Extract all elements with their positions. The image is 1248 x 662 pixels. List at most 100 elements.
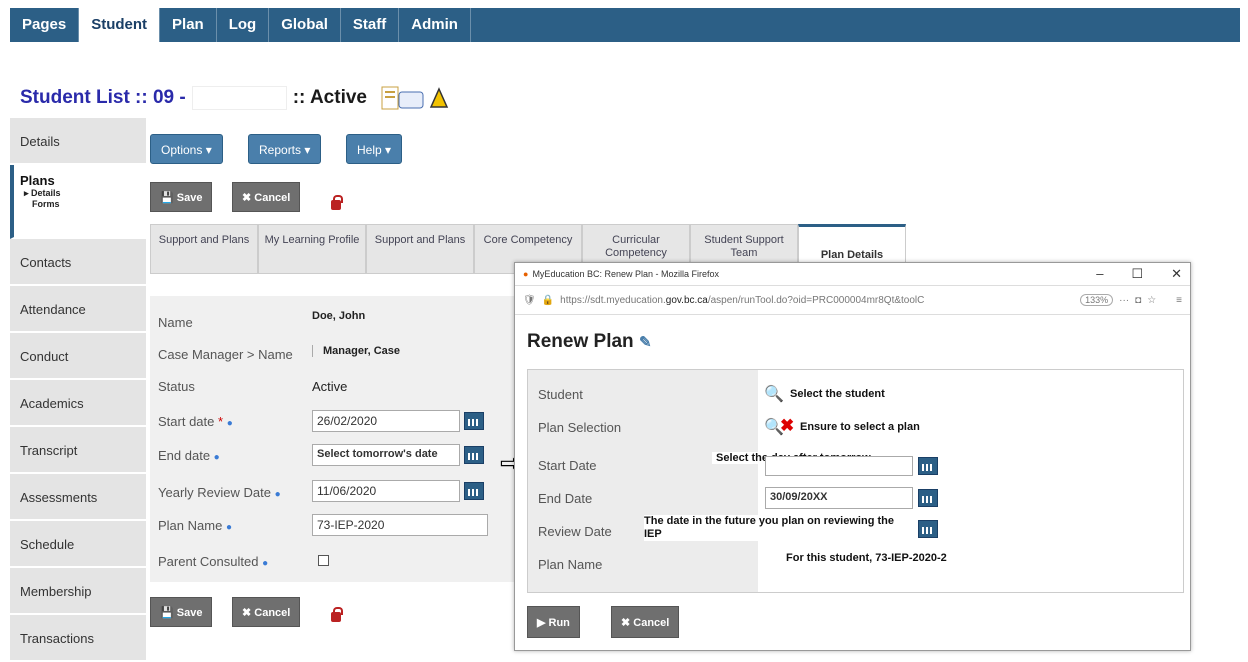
url-prefix: https://sdt.myeducation.: [560, 294, 666, 306]
url-domain: gov.bc.ca: [665, 294, 708, 306]
yearly-review-label-text: Yearly Review Date: [158, 485, 271, 500]
review-date-note: The date in the future you plan on revie…: [644, 515, 914, 541]
url-bar[interactable]: 🛡 🔒 https://sdt.myeducation.gov.bc.ca/asp…: [515, 285, 1190, 315]
options-button[interactable]: Options ▾: [150, 134, 223, 164]
help-button[interactable]: Help ▾: [346, 134, 403, 164]
more-icon[interactable]: ···: [1119, 295, 1129, 306]
student-note: Select the student: [790, 388, 885, 400]
cancel-button[interactable]: ✖ Cancel: [232, 182, 301, 212]
sidebar-item-conduct[interactable]: Conduct: [10, 333, 146, 380]
cancel-label: Cancel: [254, 607, 291, 619]
plan-details-form: Name Doe, John Case Manager > Name Manag…: [150, 296, 520, 582]
popup-cancel-button[interactable]: ✖ Cancel: [611, 606, 680, 638]
menu-icon[interactable]: ≡: [1176, 295, 1182, 306]
status-label: Status: [158, 379, 195, 394]
tab-admin[interactable]: Admin: [399, 8, 471, 42]
calendar-icon[interactable]: [918, 489, 938, 507]
case-manager-label: Case Manager > Name: [158, 347, 293, 362]
close-icon[interactable]: ✕: [1171, 266, 1182, 282]
calendar-icon[interactable]: [918, 457, 938, 475]
calendar-icon[interactable]: [464, 482, 484, 500]
start-date-input[interactable]: 26/02/2020: [312, 410, 460, 432]
sidebar-item-membership[interactable]: Membership: [10, 568, 146, 615]
plan-name-label: Plan Name: [538, 557, 603, 572]
clear-icon[interactable]: ✖: [780, 416, 794, 436]
plan-name-input[interactable]: 73-IEP-2020: [312, 514, 488, 536]
plan-name-label: Plan Name ●: [158, 518, 232, 533]
star-icon[interactable]: ☆: [1147, 295, 1156, 306]
student-label: Student: [538, 387, 583, 402]
search-icon[interactable]: 🔍: [764, 384, 784, 404]
redacted-name: [191, 86, 287, 110]
tab-log[interactable]: Log: [217, 8, 270, 42]
page-title-text: Student List :: 09 -: [20, 87, 186, 108]
tab-student[interactable]: Student: [79, 8, 161, 42]
save-button[interactable]: 💾 Save: [150, 182, 213, 212]
minimize-icon[interactable]: –: [1096, 266, 1103, 282]
page-title: Student List :: 09 - :: Active: [20, 86, 449, 110]
parent-consulted-checkbox[interactable]: [318, 555, 329, 566]
sidebar-sub-forms[interactable]: Forms: [32, 199, 146, 209]
shield-icon: 🛡: [523, 294, 536, 306]
subtab-support-plans[interactable]: Support and Plans: [150, 224, 258, 274]
yearly-review-label: Yearly Review Date ●: [158, 485, 281, 500]
calendar-icon[interactable]: [464, 446, 484, 464]
save-label: Save: [176, 192, 203, 204]
calendar-icon[interactable]: [918, 520, 938, 538]
plan-name-label-text: Plan Name: [158, 518, 223, 533]
zoom-level[interactable]: 133%: [1080, 294, 1114, 306]
window-title: MyEducation BC: Renew Plan - Mozilla Fir…: [532, 269, 720, 279]
end-date-label: End date ●: [158, 448, 220, 463]
subtab-learning-profile[interactable]: My Learning Profile: [258, 224, 366, 274]
sidebar-item-schedule[interactable]: Schedule: [10, 521, 146, 568]
pocket-icon[interactable]: ◘: [1135, 295, 1141, 306]
sidebar-item-plans-label: Plans: [20, 173, 55, 188]
maximize-icon[interactable]: ☐: [1131, 266, 1143, 282]
tab-pages[interactable]: Pages: [10, 8, 80, 42]
url-text: https://sdt.myeducation.gov.bc.ca/aspen/…: [560, 295, 924, 306]
lock-url-icon: 🔒: [541, 294, 555, 306]
plan-selection-label: Plan Selection: [538, 420, 622, 435]
sidebar-item-plans[interactable]: Plans ▸ Details Forms: [10, 165, 146, 239]
subtab-support-plans-2[interactable]: Support and Plans: [366, 224, 474, 274]
tab-global[interactable]: Global: [269, 8, 341, 42]
calendar-icon[interactable]: [464, 412, 484, 430]
save-button-bottom[interactable]: 💾 Save: [150, 597, 213, 627]
sidebar-item-transcript[interactable]: Transcript: [10, 427, 146, 474]
sidebar-item-academics[interactable]: Academics: [10, 380, 146, 427]
start-date-label: Start Date: [538, 458, 597, 473]
save-label: Save: [176, 607, 203, 619]
start-date-label-text: Start date: [158, 414, 215, 429]
cancel-label: Cancel: [254, 192, 291, 204]
sidebar-item-attendance[interactable]: Attendance: [10, 286, 146, 333]
start-date-label: Start date * ●: [158, 414, 233, 429]
reports-button[interactable]: Reports ▾: [248, 134, 322, 164]
lock-icon: [331, 607, 343, 622]
sidebar-sub-details[interactable]: ▸ Details: [24, 188, 146, 199]
info-icon: ●: [226, 418, 233, 429]
case-manager-value: Manager, Case: [312, 345, 512, 357]
alert-bell-icon[interactable]: [429, 87, 449, 109]
sidebar-item-transactions[interactable]: Transactions: [10, 615, 146, 662]
yearly-review-input[interactable]: 11/06/2020: [312, 480, 460, 502]
sidebar-item-details[interactable]: Details: [10, 118, 146, 165]
plan-icon[interactable]: [381, 86, 425, 110]
top-nav: Pages Student Plan Log Global Staff Admi…: [10, 8, 1240, 42]
tab-plan[interactable]: Plan: [160, 8, 217, 42]
start-date-input[interactable]: [765, 456, 913, 476]
info-icon: ●: [274, 489, 281, 500]
window-titlebar: ● MyEducation BC: Renew Plan - Mozilla F…: [515, 263, 1190, 285]
run-button[interactable]: ▶ Run: [527, 606, 580, 638]
end-date-label: End Date: [538, 491, 593, 506]
sidebar-item-assessments[interactable]: Assessments: [10, 474, 146, 521]
cancel-button-bottom[interactable]: ✖ Cancel: [232, 597, 301, 627]
sidebar-item-contacts[interactable]: Contacts: [10, 239, 146, 286]
name-value: Doe, John: [312, 310, 366, 322]
tab-staff[interactable]: Staff: [341, 8, 400, 42]
review-date-label: Review Date: [538, 524, 612, 539]
plan-name-note: For this student, 73-IEP-2020-2: [786, 552, 947, 564]
end-date-input[interactable]: 30/09/20XX: [765, 487, 913, 509]
info-icon: ●: [213, 452, 220, 463]
end-date-input[interactable]: Select tomorrow's date: [312, 444, 460, 466]
status-value: Active: [312, 379, 348, 394]
